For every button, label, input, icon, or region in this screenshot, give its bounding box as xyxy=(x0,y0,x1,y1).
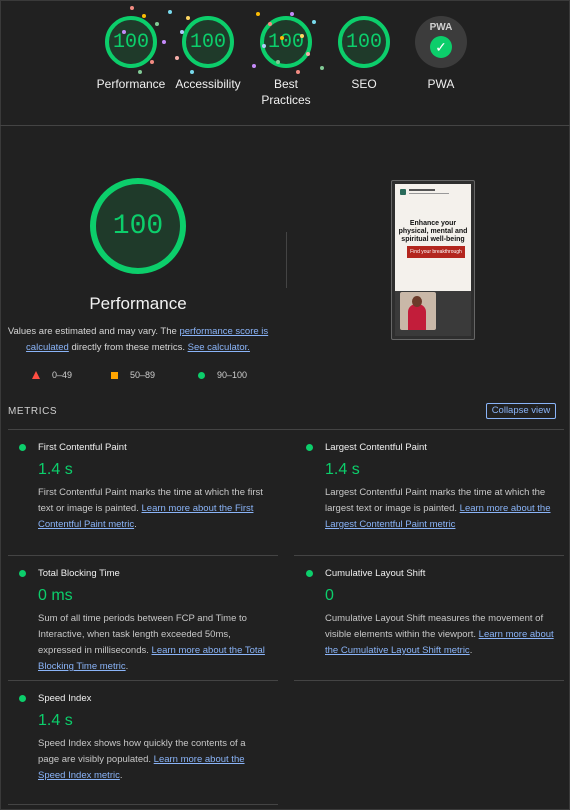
gauge-accessibility-score: 100 xyxy=(182,16,234,68)
legend-pass: 90–100 xyxy=(198,370,247,380)
gauge-best-practices-label: Best Practices xyxy=(261,77,311,107)
gauge-pwa[interactable]: PWA ✓ PWA xyxy=(391,16,491,92)
estimate-note: Values are estimated and may vary. The p… xyxy=(6,324,270,356)
legend-average-range: 50–89 xyxy=(130,370,156,380)
estimate-text-1: Values are estimated and may vary. The xyxy=(7,326,180,337)
metric-value: 0 ms xyxy=(38,587,73,604)
metrics-title: METRICS xyxy=(8,406,58,417)
gauge-pwa-label: PWA xyxy=(427,77,455,91)
pass-dot-icon xyxy=(306,570,313,577)
screenshot-cta: Find your breakthrough xyxy=(407,246,465,258)
performance-gauge-large: 100 xyxy=(90,178,186,274)
row-divider xyxy=(8,555,278,556)
legend-average: 50–89 xyxy=(111,370,155,380)
metric-total-blocking-time: Total Blocking Time 0 ms Sum of all time… xyxy=(18,568,265,675)
row-divider xyxy=(8,804,278,805)
metric-name: Total Blocking Time xyxy=(38,568,120,579)
metric-description: Sum of all time periods between FCP and … xyxy=(38,613,265,672)
pass-dot-icon xyxy=(306,444,313,451)
metric-cumulative-layout-shift: Cumulative Layout Shift 0 Cumulative Lay… xyxy=(305,568,554,659)
legend-fail-range: 0–49 xyxy=(52,370,73,380)
metric-name: Largest Contentful Paint xyxy=(325,442,427,453)
see-calculator-link[interactable]: See calculator. xyxy=(188,342,250,353)
pwa-badge-text: PWA xyxy=(429,22,453,33)
metrics-divider xyxy=(8,429,564,430)
page-screenshot-thumbnail[interactable]: Enhance your physical, mental and spirit… xyxy=(391,180,475,340)
row-divider xyxy=(8,680,278,681)
metric-description: First Contentful Paint marks the time at… xyxy=(38,487,263,530)
screenshot-photo xyxy=(400,292,436,330)
performance-title: Performance xyxy=(89,294,187,313)
metric-name: First Contentful Paint xyxy=(38,442,127,453)
pass-dot-icon xyxy=(19,570,26,577)
pass-dot-icon xyxy=(19,444,26,451)
metric-description: Largest Contentful Paint marks the time … xyxy=(325,487,551,530)
pwa-badge: PWA ✓ xyxy=(415,16,467,68)
metric-description: Speed Index shows how quickly the conten… xyxy=(38,738,246,781)
metric-name: Cumulative Layout Shift xyxy=(325,568,426,579)
metric-value: 1.4 s xyxy=(325,461,360,478)
pass-dot-icon xyxy=(19,695,26,702)
triangle-icon xyxy=(32,371,40,379)
screenshot-screen: Enhance your physical, mental and spirit… xyxy=(395,184,471,336)
square-icon xyxy=(111,371,118,379)
metric-first-contentful-paint: First Contentful Paint 1.4 s First Conte… xyxy=(18,442,263,533)
legend-pass-range: 90–100 xyxy=(217,370,248,380)
screenshot-headline: Enhance your physical, mental and spirit… xyxy=(398,220,468,243)
vertical-divider xyxy=(286,232,287,288)
metric-value: 1.4 s xyxy=(38,461,73,478)
row-divider xyxy=(294,680,564,681)
legend-fail: 0–49 xyxy=(32,370,72,380)
scores-header: 100 Performance 100 Accessibility 100 Be… xyxy=(0,0,570,126)
row-divider xyxy=(294,555,564,556)
metric-value: 1.4 s xyxy=(38,712,73,729)
metric-largest-contentful-paint: Largest Contentful Paint 1.4 s Largest C… xyxy=(305,442,551,533)
collapse-view-button[interactable]: Collapse view xyxy=(486,403,556,419)
screenshot-logo xyxy=(400,189,460,197)
circle-icon xyxy=(198,371,205,379)
estimate-text-2: directly from these metrics. xyxy=(68,342,188,353)
gauge-seo-score: 100 xyxy=(338,16,390,68)
metric-name: Speed Index xyxy=(38,693,92,704)
metric-description: Cumulative Layout Shift measures the mov… xyxy=(325,613,554,656)
check-icon: ✓ xyxy=(430,36,452,58)
metric-speed-index: Speed Index 1.4 s Speed Index shows how … xyxy=(18,693,258,784)
metric-value: 0 xyxy=(325,587,334,604)
